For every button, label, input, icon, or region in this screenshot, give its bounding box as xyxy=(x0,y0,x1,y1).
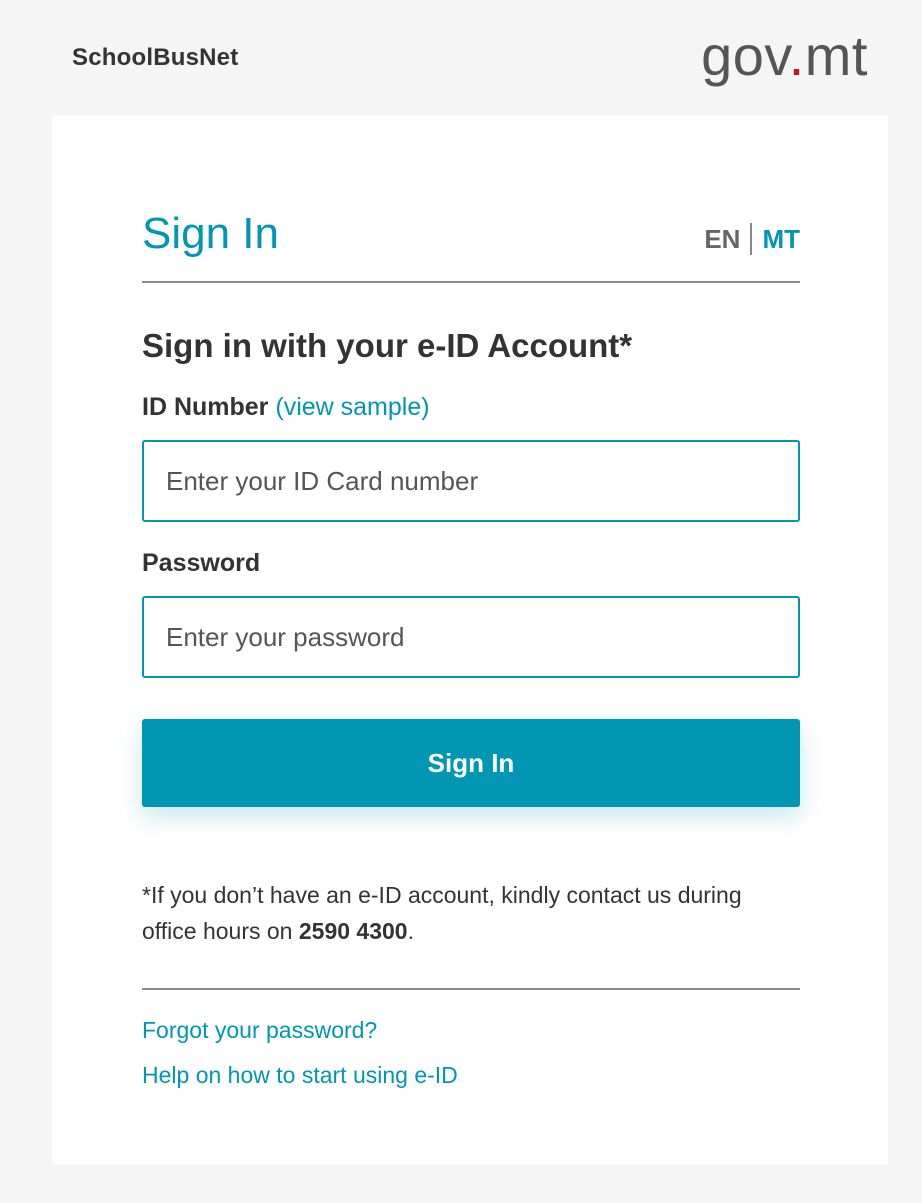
forgot-password-link[interactable]: Forgot your password? xyxy=(142,1017,377,1044)
language-switcher: EN MT xyxy=(704,223,800,255)
office-phone: 2590 4300 xyxy=(298,918,408,944)
gov-mt-logo[interactable]: gov.mt xyxy=(701,26,868,86)
password-input[interactable] xyxy=(142,596,800,678)
view-sample-text[interactable]: view sample xyxy=(284,393,422,421)
gov-logo-dot: . xyxy=(788,24,805,87)
id-number-label-text: ID Number xyxy=(142,393,269,421)
id-number-label: ID Number (view sample) xyxy=(142,393,430,422)
lang-mt-link[interactable]: MT xyxy=(752,224,800,254)
no-account-note: *If you don’t have an e-ID account, kind… xyxy=(142,877,800,949)
paren-close: ) xyxy=(421,393,430,421)
id-number-input[interactable] xyxy=(142,440,800,522)
app-brand: SchoolBusNet xyxy=(72,44,239,71)
view-sample-link[interactable]: (view sample) xyxy=(275,393,429,421)
paren-open: ( xyxy=(275,393,284,421)
gov-logo-part: gov xyxy=(701,24,789,87)
note-text: *If you don’t have an e-ID account, kind… xyxy=(142,882,742,944)
sign-in-button[interactable]: Sign In xyxy=(142,719,800,807)
password-label: Password xyxy=(142,549,261,577)
top-bar: SchoolBusNet gov.mt xyxy=(0,0,922,115)
gov-logo-part-mt: mt xyxy=(804,24,868,87)
page-title: Sign In xyxy=(142,209,279,258)
lang-en-link[interactable]: EN xyxy=(704,224,750,254)
form-subtitle: Sign in with your e-ID Account* xyxy=(142,327,633,364)
sign-in-card: Sign In EN MT Sign in with your e-ID Acc… xyxy=(52,115,888,1165)
title-row: Sign In EN MT xyxy=(142,205,800,283)
divider xyxy=(142,988,800,990)
note-end: . xyxy=(407,918,414,944)
help-eid-link[interactable]: Help on how to start using e-ID xyxy=(142,1062,458,1089)
